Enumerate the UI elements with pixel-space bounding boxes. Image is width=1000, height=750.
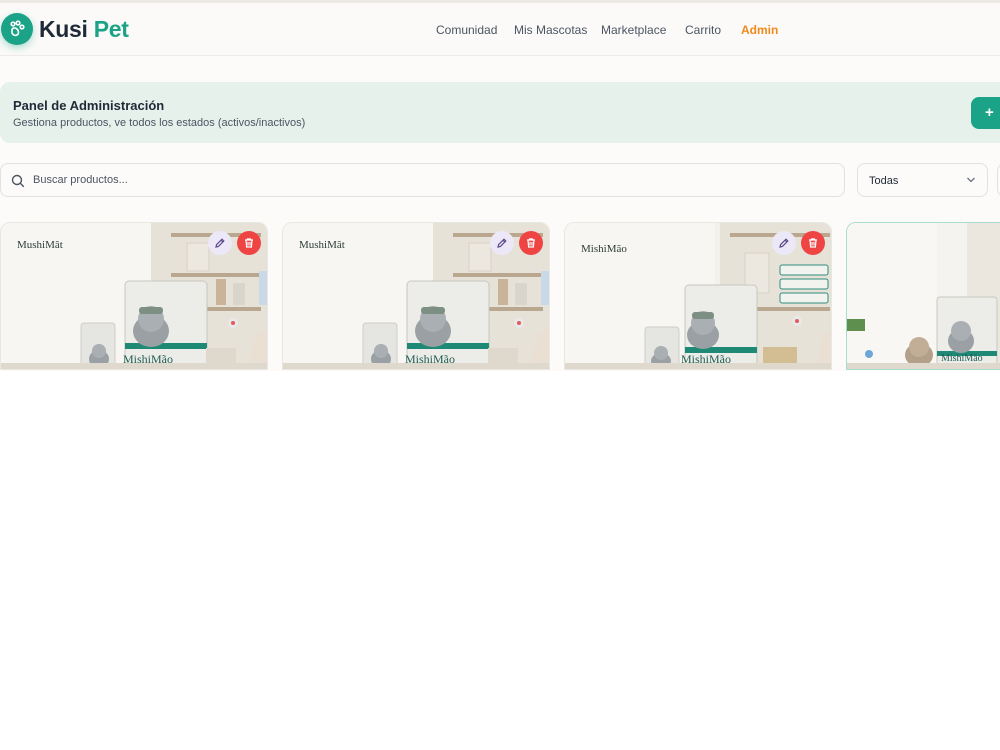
pencil-icon <box>779 238 789 248</box>
brand-part-1: Mushi <box>17 239 46 251</box>
panel-title: Panel de Administración <box>13 98 165 113</box>
delete-button[interactable] <box>801 231 825 255</box>
product-card[interactable]: MushiMât MishiMão <box>282 222 550 370</box>
search-icon <box>11 174 25 188</box>
select-value: Todas <box>869 175 899 187</box>
product-card[interactable]: MushiMât MishiMão <box>0 222 268 370</box>
category-select[interactable]: Todas <box>857 163 988 197</box>
nav-carrito[interactable]: Carrito <box>685 23 721 37</box>
nav-mis-mascotas[interactable]: Mis Mascotas <box>514 23 587 37</box>
brand-part-2: Mât <box>327 239 345 251</box>
bag-label: MishiMão <box>941 353 983 364</box>
product-card[interactable]: MishiMão <box>846 222 1000 370</box>
delete-button[interactable] <box>237 231 261 255</box>
brand-part-1: Mushi <box>299 239 328 251</box>
bag-label: MishiMão <box>405 352 456 366</box>
delete-button[interactable] <box>519 231 543 255</box>
logo-part-1: Kusi <box>39 16 88 42</box>
add-product-button[interactable]: + <box>971 97 1000 129</box>
brand-part-1: Mishi <box>581 243 607 255</box>
logo[interactable]: Kusi Pet <box>39 16 129 42</box>
brand-part-2: Mât <box>45 239 63 251</box>
paw-icon[interactable] <box>1 13 33 45</box>
brand-part-2: Mão <box>606 243 627 255</box>
trash-icon <box>809 238 817 248</box>
chevron-down-icon <box>967 177 975 183</box>
edit-button[interactable] <box>208 231 232 255</box>
trash-icon <box>245 238 253 248</box>
bag-label: MishiMão <box>681 352 732 366</box>
product-brand: MishiMão <box>581 243 627 256</box>
logo-part-2: Pet <box>93 16 129 42</box>
bag-label: MishiMão <box>123 352 174 366</box>
edit-button[interactable] <box>490 231 514 255</box>
pencil-icon <box>215 238 225 248</box>
nav-admin[interactable]: Admin <box>741 23 778 37</box>
page: Kusi Pet Comunidad Mis Mascotas Marketpl… <box>0 0 1000 750</box>
nav-comunidad[interactable]: Comunidad <box>436 23 497 37</box>
product-image <box>847 223 1000 369</box>
trash-icon <box>527 238 535 248</box>
edit-button[interactable] <box>772 231 796 255</box>
pencil-icon <box>497 238 507 248</box>
admin-panel: Panel de Administración Gestiona product… <box>0 82 1000 143</box>
nav-marketplace[interactable]: Marketplace <box>601 23 666 37</box>
panel-subtitle: Gestiona productos, ve todos los estados… <box>13 117 306 129</box>
search-box <box>0 163 845 197</box>
product-brand: MushiMât <box>17 239 63 252</box>
header: Kusi Pet Comunidad Mis Mascotas Marketpl… <box>0 3 1000 56</box>
search-input[interactable] <box>33 164 833 196</box>
product-brand: MushiMât <box>299 239 345 252</box>
product-card[interactable]: MishiMão MishiMão <box>564 222 832 370</box>
